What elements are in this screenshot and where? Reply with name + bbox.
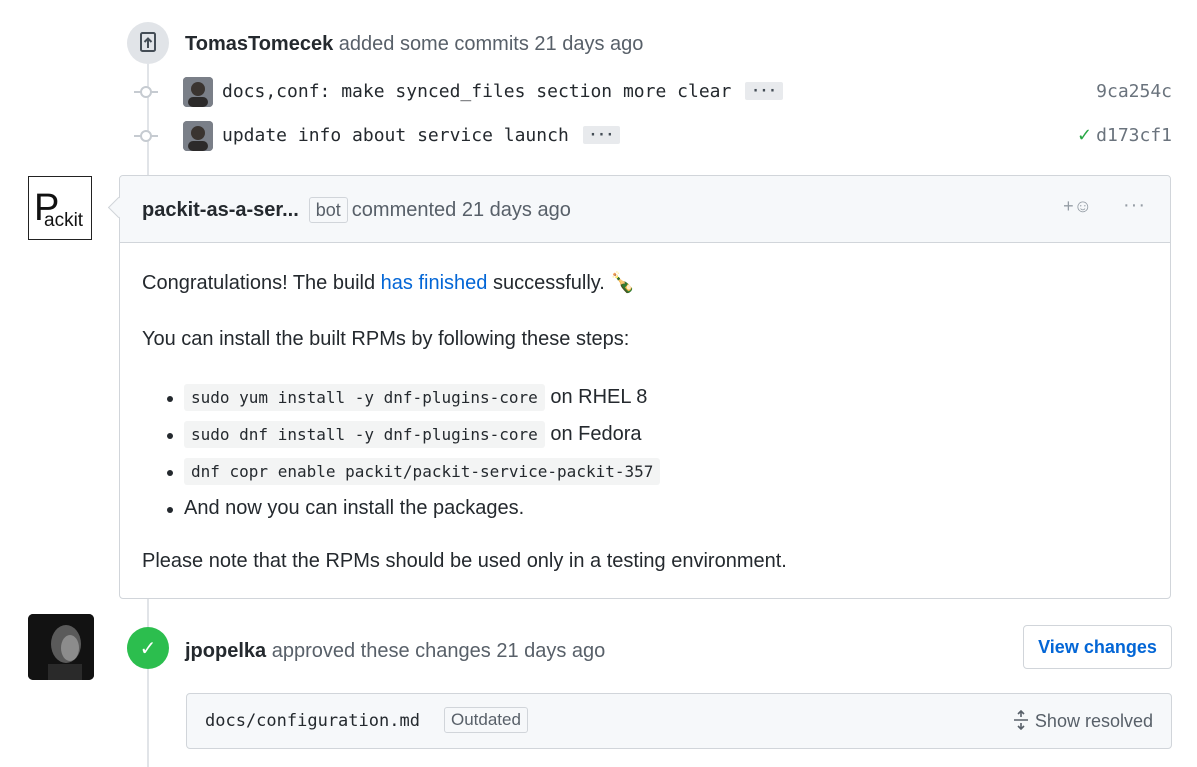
list-item: And now you can install the packages.	[142, 497, 660, 534]
install-steps-list: sudo yum install -y dnf-plugins-core on …	[142, 384, 661, 534]
list-item: sudo dnf install -y dnf-plugins-core on …	[142, 421, 660, 460]
commit-sha-link[interactable]: 9ca254c	[1096, 81, 1172, 102]
comment-header: packit-as-a-ser... bot commented 21 days a…	[120, 176, 1170, 243]
check-icon[interactable]: ✓	[1077, 125, 1092, 146]
repo-push-icon	[127, 22, 169, 64]
commits-time[interactable]: 21 days ago	[534, 33, 643, 55]
inline-code: sudo dnf install -y dnf-plugins-core	[184, 421, 545, 448]
inline-code: dnf copr enable packit/packit-service-pa…	[184, 458, 661, 485]
file-path-link[interactable]: docs/configuration.md	[205, 711, 420, 731]
show-resolved-button[interactable]: Show resolved	[1011, 709, 1153, 732]
kebab-horizontal-icon: ···	[1123, 194, 1146, 216]
comment-box: packit-as-a-ser... bot commented 21 days a…	[119, 175, 1171, 599]
commits-event-text: TomasTomecek added some commits 21 days …	[185, 33, 643, 56]
packit-logo-text: ackit	[44, 210, 84, 231]
timeline-line-bottom	[147, 669, 149, 767]
comment-action: commented	[351, 199, 457, 221]
expand-commit-button[interactable]: ···	[745, 82, 783, 100]
check-icon: ✓	[127, 627, 169, 669]
commit-icon	[140, 130, 152, 142]
comment-header-text: packit-as-a-ser... bot commented 21 days a…	[142, 197, 571, 223]
outdated-badge: Outdated	[444, 707, 528, 733]
note-paragraph: Please note that the RPMs should be used…	[142, 550, 787, 572]
review-time[interactable]: 21 days ago	[496, 640, 605, 662]
review-action: approved these changes	[271, 640, 491, 662]
inline-code: sudo yum install -y dnf-plugins-core	[184, 384, 545, 411]
build-finished-link[interactable]: has finished	[381, 272, 488, 294]
commit-row: update info about service launch ··· ✓ d17…	[0, 119, 1197, 153]
view-changes-button[interactable]: View changes	[1023, 625, 1172, 669]
commits-author-link[interactable]: TomasTomecek	[185, 33, 333, 55]
avatar[interactable]	[183, 77, 213, 107]
review-event-text: jpopelka approved these changes 21 days …	[185, 640, 605, 663]
commit-message-link[interactable]: update info about service launch ···	[222, 125, 621, 146]
comment-author-link[interactable]: packit-as-a-ser...	[142, 199, 299, 221]
comment-options-button[interactable]: ···	[1123, 194, 1146, 217]
list-item: sudo yum install -y dnf-plugins-core on …	[142, 384, 660, 423]
smiley-icon: +☺	[1063, 196, 1092, 216]
avatar[interactable]	[28, 614, 94, 680]
commit-icon	[140, 86, 152, 98]
congrats-paragraph: Congratulations! The build has finished …	[142, 272, 636, 294]
commit-sha-link[interactable]: ✓ d173cf1	[1077, 125, 1172, 146]
unfold-icon	[1013, 709, 1028, 731]
timeline-line-middle	[147, 599, 149, 627]
intro-paragraph: You can install the built RPMs by follow…	[142, 328, 630, 350]
comment-time[interactable]: 21 days ago	[462, 199, 571, 221]
review-file-box: docs/configuration.md Outdated Show reso…	[186, 693, 1172, 749]
list-item: dnf copr enable packit/packit-service-pa…	[142, 458, 661, 497]
add-reaction-button[interactable]: +☺	[1063, 196, 1092, 217]
packit-logo-avatar[interactable]: P ackit	[28, 176, 92, 240]
bot-badge: bot	[308, 197, 348, 223]
expand-commit-button[interactable]: ···	[582, 126, 621, 144]
avatar[interactable]	[183, 121, 213, 151]
commit-row: docs,conf: make synced_files section mor…	[0, 75, 1197, 109]
commit-message-link[interactable]: docs,conf: make synced_files section mor…	[222, 81, 783, 102]
reviewer-link[interactable]: jpopelka	[185, 640, 266, 662]
commits-action: added some commits	[338, 33, 529, 55]
